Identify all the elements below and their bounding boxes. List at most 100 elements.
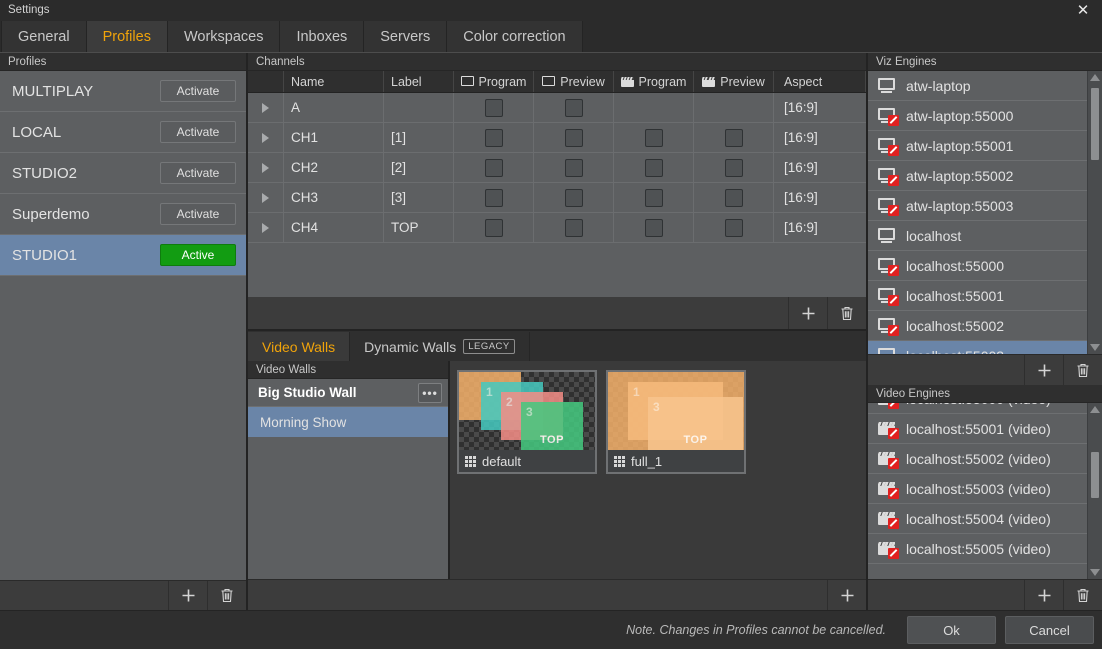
wall-thumbnail[interactable]: 1 2 3 TOP default xyxy=(457,370,597,474)
profile-active-badge[interactable]: Active xyxy=(160,244,236,266)
list-item[interactable]: atw-laptop:55002 xyxy=(868,161,1087,191)
expand-row-icon[interactable] xyxy=(248,183,284,212)
video-program-checkbox[interactable] xyxy=(614,123,694,152)
gfx-preview-checkbox[interactable] xyxy=(534,123,614,152)
tab-workspaces[interactable]: Workspaces xyxy=(167,21,281,52)
add-viz-engine-button[interactable] xyxy=(1024,355,1063,385)
list-item[interactable]: atw-laptop xyxy=(868,71,1087,101)
table-row[interactable]: A [16:9] xyxy=(248,93,866,123)
activate-profile-button[interactable]: Activate xyxy=(160,162,236,184)
video-preview-checkbox[interactable] xyxy=(694,213,774,242)
table-row[interactable]: CH3 [3] [16:9] xyxy=(248,183,866,213)
list-item[interactable]: localhost:55000 xyxy=(868,251,1087,281)
activate-profile-button[interactable]: Activate xyxy=(160,80,236,102)
viz-engines-scrollbar[interactable] xyxy=(1087,71,1102,354)
video-preview-checkbox[interactable] xyxy=(694,123,774,152)
video-preview-checkbox[interactable] xyxy=(694,183,774,212)
gfx-preview-checkbox[interactable] xyxy=(534,153,614,182)
ok-button[interactable]: Ok xyxy=(907,616,996,644)
scrollbar-track[interactable] xyxy=(1088,416,1102,566)
channels-column-header[interactable] xyxy=(248,71,284,92)
list-item[interactable]: localhost:55003 xyxy=(868,341,1087,354)
add-profile-button[interactable] xyxy=(168,580,207,611)
gfx-program-checkbox[interactable] xyxy=(454,153,534,182)
activate-profile-button[interactable]: Activate xyxy=(160,121,236,143)
tab-profiles[interactable]: Profiles xyxy=(86,21,168,52)
list-item[interactable]: localhost:55005 (video) xyxy=(868,534,1087,564)
video-program-checkbox[interactable] xyxy=(614,213,694,242)
add-video-engine-button[interactable] xyxy=(1024,580,1063,610)
scroll-down-icon[interactable] xyxy=(1090,344,1100,351)
video-program-checkbox[interactable] xyxy=(614,153,694,182)
wall-group-menu-icon[interactable]: ••• xyxy=(418,382,442,403)
tab-inboxes[interactable]: Inboxes xyxy=(280,21,365,52)
column-label: Aspect xyxy=(784,74,823,89)
tab-servers[interactable]: Servers xyxy=(364,21,448,52)
table-row[interactable]: CH2 [2] [16:9] xyxy=(248,153,866,183)
channels-column-header[interactable]: Preview xyxy=(694,71,774,92)
list-item[interactable]: localhost:55001 xyxy=(868,281,1087,311)
channels-column-header[interactable]: Program xyxy=(614,71,694,92)
expand-row-icon[interactable] xyxy=(248,213,284,242)
gfx-program-checkbox[interactable] xyxy=(454,93,534,122)
delete-channel-button[interactable] xyxy=(827,297,866,329)
channels-column-header[interactable]: Name xyxy=(284,71,384,92)
expand-row-icon[interactable] xyxy=(248,123,284,152)
cancel-button[interactable]: Cancel xyxy=(1005,616,1094,644)
list-item[interactable]: atw-laptop:55003 xyxy=(868,191,1087,221)
list-item[interactable]: localhost xyxy=(868,221,1087,251)
video-program-checkbox[interactable] xyxy=(614,183,694,212)
wall-thumbnail[interactable]: 1 3 TOP full_1 xyxy=(606,370,746,474)
tab-general[interactable]: General xyxy=(1,21,87,52)
list-item[interactable]: localhost:55003 (video) xyxy=(868,474,1087,504)
add-wall-button[interactable] xyxy=(827,580,866,610)
list-item[interactable]: localhost:55002 xyxy=(868,311,1087,341)
tab-color-correction[interactable]: Color correction xyxy=(447,21,583,52)
scroll-up-icon[interactable] xyxy=(1090,74,1100,81)
channels-column-header[interactable]: Label xyxy=(384,71,454,92)
gfx-preview-checkbox[interactable] xyxy=(534,93,614,122)
gfx-program-checkbox[interactable] xyxy=(454,123,534,152)
delete-profile-button[interactable] xyxy=(207,580,246,611)
video-engines-scrollbar[interactable] xyxy=(1087,403,1102,579)
channel-label: [3] xyxy=(384,183,454,212)
profile-row[interactable]: LOCAL Activate xyxy=(0,112,246,153)
list-item[interactable]: localhost:55001 (video) xyxy=(868,414,1087,444)
list-item[interactable]: Morning Show xyxy=(248,407,448,437)
wall-group-row[interactable]: Big Studio Wall ••• xyxy=(248,379,448,407)
close-icon[interactable]: ✕ xyxy=(1072,0,1094,20)
scrollbar-thumb[interactable] xyxy=(1091,88,1099,160)
list-item[interactable]: localhost:55004 (video) xyxy=(868,504,1087,534)
table-row[interactable]: CH4 TOP [16:9] xyxy=(248,213,866,243)
scroll-up-icon[interactable] xyxy=(1090,406,1100,413)
video-preview-checkbox[interactable] xyxy=(694,153,774,182)
list-item[interactable]: localhost:55000 (video) xyxy=(868,403,1087,414)
list-item[interactable]: atw-laptop:55000 xyxy=(868,101,1087,131)
channels-column-header[interactable]: Preview xyxy=(534,71,614,92)
gfx-program-checkbox[interactable] xyxy=(454,213,534,242)
expand-row-icon[interactable] xyxy=(248,93,284,122)
activate-profile-button[interactable]: Activate xyxy=(160,203,236,225)
wall-region-number: 1 xyxy=(486,385,493,399)
wall-tab-dynamic-walls[interactable]: Dynamic Walls LEGACY xyxy=(350,332,530,361)
gfx-program-checkbox[interactable] xyxy=(454,183,534,212)
scrollbar-thumb[interactable] xyxy=(1091,452,1099,498)
list-item[interactable]: atw-laptop:55001 xyxy=(868,131,1087,161)
profile-row[interactable]: MULTIPLAY Activate xyxy=(0,71,246,112)
wall-tab-video-walls[interactable]: Video Walls xyxy=(248,332,351,361)
table-row[interactable]: CH1 [1] [16:9] xyxy=(248,123,866,153)
add-channel-button[interactable] xyxy=(788,297,827,329)
expand-row-icon[interactable] xyxy=(248,153,284,182)
list-item[interactable]: localhost:55002 (video) xyxy=(868,444,1087,474)
gfx-preview-checkbox[interactable] xyxy=(534,213,614,242)
channels-column-header[interactable]: Program xyxy=(454,71,534,92)
channels-column-header[interactable]: Aspect xyxy=(774,71,866,92)
profile-row[interactable]: STUDIO2 Activate xyxy=(0,153,246,194)
delete-viz-engine-button[interactable] xyxy=(1063,355,1102,385)
gfx-preview-checkbox[interactable] xyxy=(534,183,614,212)
scrollbar-track[interactable] xyxy=(1088,84,1102,341)
delete-video-engine-button[interactable] xyxy=(1063,580,1102,610)
profile-row[interactable]: Superdemo Activate xyxy=(0,194,246,235)
scroll-down-icon[interactable] xyxy=(1090,569,1100,576)
profile-row[interactable]: STUDIO1 Active xyxy=(0,235,246,276)
